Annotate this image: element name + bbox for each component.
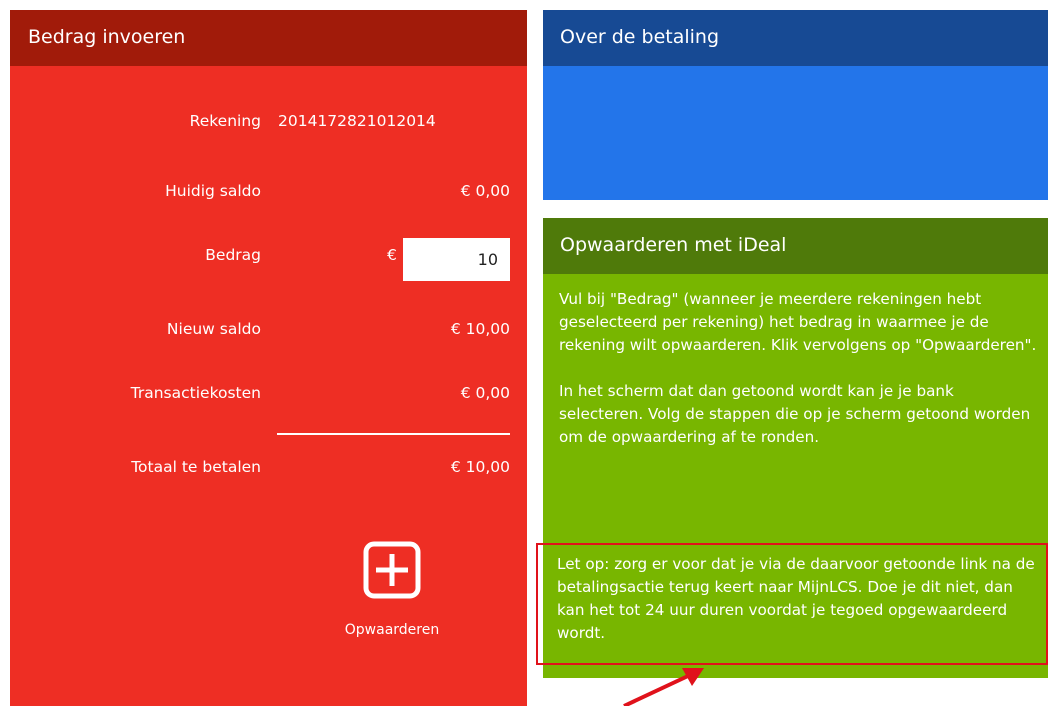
- current-balance-row: Huidig saldo € 0,00: [10, 176, 527, 206]
- page: Bedrag invoeren Rekening 201417282101201…: [0, 0, 1048, 706]
- amount-input[interactable]: [403, 238, 510, 281]
- total-row: Totaal te betalen € 10,00: [10, 452, 527, 482]
- plus-square-icon: [363, 541, 421, 599]
- ideal-paragraph-2: In het scherm dat dan getoond wordt kan …: [559, 382, 1031, 446]
- ideal-title: Opwaarderen met iDeal: [543, 218, 1048, 274]
- ideal-instructions: Vul bij "Bedrag" (wanneer je meerdere re…: [543, 274, 1048, 449]
- fees-row: Transactiekosten € 0,00: [10, 378, 527, 408]
- topup-button[interactable]: Opwaarderen: [322, 540, 462, 638]
- notice-highlight-box: [536, 543, 1048, 665]
- amount-entry-panel: Bedrag invoeren Rekening 201417282101201…: [10, 10, 527, 706]
- about-payment-panel: Over de betaling: [543, 10, 1048, 200]
- fees-label: Transactiekosten: [130, 384, 261, 402]
- account-value: 2014172821012014: [278, 112, 436, 130]
- fees-value: € 0,00: [460, 384, 510, 402]
- total-label: Totaal te betalen: [131, 458, 261, 476]
- amount-label: Bedrag: [205, 246, 261, 264]
- account-label: Rekening: [189, 112, 261, 130]
- amount-currency: €: [387, 246, 397, 264]
- new-balance-value: € 10,00: [450, 320, 510, 338]
- account-row: Rekening 2014172821012014: [10, 106, 527, 136]
- new-balance-row: Nieuw saldo € 10,00: [10, 314, 527, 344]
- total-value: € 10,00: [450, 458, 510, 476]
- annotation-arrow-icon: [623, 668, 704, 706]
- ideal-paragraph-1: Vul bij "Bedrag" (wanneer je meerdere re…: [559, 290, 1037, 354]
- amount-row: Bedrag €: [10, 238, 527, 282]
- current-balance-label: Huidig saldo: [165, 182, 261, 200]
- current-balance-value: € 0,00: [460, 182, 510, 200]
- new-balance-label: Nieuw saldo: [166, 320, 261, 338]
- total-divider: [277, 433, 510, 435]
- amount-entry-title: Bedrag invoeren: [10, 10, 527, 66]
- about-payment-title: Over de betaling: [543, 10, 1048, 66]
- topup-label: Opwaarderen: [344, 622, 440, 638]
